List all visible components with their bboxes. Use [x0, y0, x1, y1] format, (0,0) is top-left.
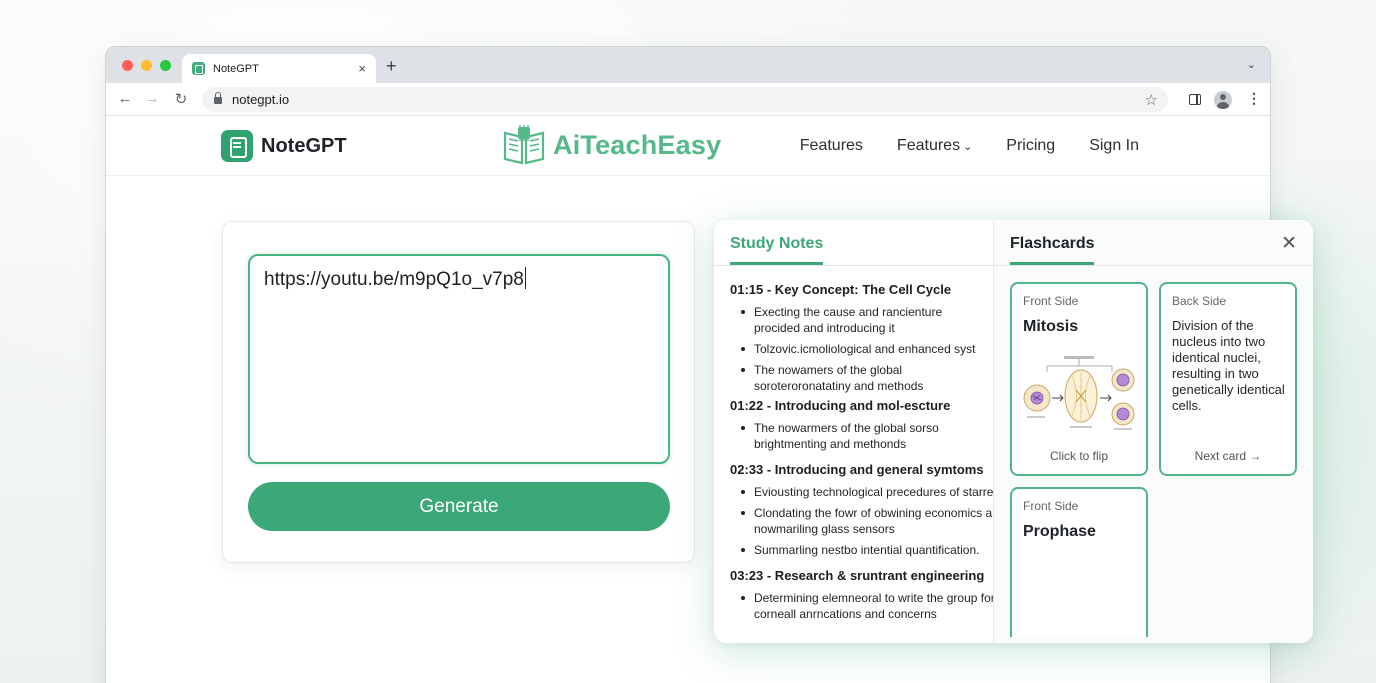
section-title: 03:23 - Research & sruntrant engineering — [730, 568, 985, 583]
flashcard-side-label: Back Side — [1172, 294, 1227, 308]
section-title: 01:15 - Key Concept: The Cell Cycle — [730, 282, 952, 297]
center-logo-text: AiTeachEasy — [553, 129, 722, 160]
notes-section: 01:22 - Introducing and mol-escture The … — [730, 398, 993, 452]
list-item-line: corneall anrncations and concerns — [754, 607, 937, 621]
next-card-button[interactable]: Next card → — [1161, 449, 1295, 463]
list-item-line: Summarling nestbo intential quantificati… — [754, 543, 980, 557]
address-url: notegpt.io — [232, 92, 290, 107]
tab-close-icon[interactable]: × — [358, 61, 366, 76]
list-item-line: Execting the cause and rancienture — [754, 305, 943, 319]
list-item-line: procided and introducing it — [754, 321, 895, 335]
list-item-line: The nowarmers of the global sorso — [754, 421, 939, 435]
flashcard-side-label: Front Side — [1023, 499, 1079, 513]
tab-strip: NoteGPT × + ⌄ — [106, 47, 1270, 83]
list-item-line: brightmenting and methonds — [754, 437, 907, 451]
flashcard-term: Mitosis — [1023, 318, 1079, 335]
list-item-line: Determining elemneoral to write the grou… — [754, 591, 993, 605]
flashcard-term: Prophase — [1023, 523, 1096, 540]
tab-flashcards[interactable]: Flashcards — [1010, 235, 1095, 265]
notes-section: 02:33 - Introducing and general symtoms … — [730, 462, 993, 558]
notes-body: 01:15 - Key Concept: The Cell Cycle Exec… — [714, 266, 993, 622]
list-item: The nowamers of the global soroteroronata… — [730, 362, 993, 394]
browser-tab[interactable]: NoteGPT × — [182, 54, 376, 83]
tab-study-notes[interactable]: Study Notes — [730, 235, 824, 265]
bookmark-star-icon[interactable]: ☆ — [1145, 91, 1158, 109]
flashcard-back[interactable]: Back Side Division of the nucleus into t… — [1159, 282, 1297, 476]
flashcards-column: Flashcards ✕ Front Side Mitosis Click to… — [993, 220, 1313, 643]
address-bar[interactable]: notegpt.io ☆ — [202, 87, 1168, 112]
mitosis-diagram-image — [1023, 356, 1135, 430]
profile-avatar-icon[interactable] — [1214, 91, 1232, 109]
results-panel: Study Notes 01:15 - Key Concept: The Cel… — [714, 220, 1313, 643]
video-input-card: https://youtu.be/m9pQ1o_v7p8 Generate — [222, 221, 695, 563]
flashcard-side-label: Front Side — [1023, 294, 1079, 308]
list-item-line: nowmariling glass sensors — [754, 522, 895, 536]
browser-toolbar: ← → ↻ notegpt.io ☆ ⋮ — [106, 83, 1270, 116]
side-panel-icon[interactable] — [1189, 94, 1201, 105]
nav-pricing[interactable]: Pricing — [1006, 137, 1055, 155]
video-url-input[interactable]: https://youtu.be/m9pQ1o_v7p8 — [248, 254, 670, 464]
list-item: Execting the cause and rancienture procid… — [730, 304, 993, 336]
nav-features[interactable]: Features — [800, 137, 863, 155]
flashcards-header: Flashcards ✕ — [994, 220, 1313, 266]
minimize-window-button[interactable] — [141, 60, 152, 71]
list-item-line: Eviousting technological precedures of s… — [754, 485, 993, 499]
window-controls — [122, 60, 171, 71]
browser-menu-icon[interactable]: ⋮ — [1247, 90, 1261, 107]
section-title: 02:33 - Introducing and general symtoms — [730, 462, 984, 477]
section-list: Determining elemneoral to write the grou… — [730, 590, 993, 622]
flashcard-definition: Division of the nucleus into two identic… — [1172, 318, 1285, 413]
flip-card-hint: Click to flip — [1049, 449, 1108, 463]
brand-name: NoteGPT — [261, 134, 347, 157]
list-item: Summarling nestbo intential quantificati… — [730, 542, 993, 558]
forward-icon[interactable]: → — [143, 90, 161, 107]
list-item: The nowarmers of the global sorso brightm… — [730, 420, 993, 452]
list-item: Eviousting technological precedures of s… — [730, 484, 993, 500]
flashcard-front[interactable]: Front Side Prophase — [1010, 487, 1148, 637]
reload-icon[interactable]: ↻ — [172, 90, 190, 108]
nav-features-dropdown-label: Features — [896, 137, 961, 154]
new-tab-button[interactable]: + — [386, 56, 397, 77]
book-chip-icon — [503, 125, 545, 165]
list-item-line: Clondating the fowr of obwining economic… — [754, 506, 993, 520]
list-item-line: Tolzovic.icmoliological and enhanced sys… — [754, 342, 976, 356]
section-title: 01:22 - Introducing and mol-escture — [730, 398, 951, 413]
list-item: Determining elemneoral to write the grou… — [730, 590, 993, 622]
nav-features-dropdown[interactable]: Features ⌄ — [897, 137, 972, 155]
generate-button[interactable]: Generate — [248, 482, 670, 531]
notegpt-favicon-icon — [192, 62, 205, 75]
study-notes-column: Study Notes 01:15 - Key Concept: The Cel… — [714, 220, 993, 643]
chevron-down-icon: ⌄ — [963, 141, 973, 153]
close-icon[interactable]: ✕ — [1281, 232, 1297, 255]
notes-section: 01:15 - Key Concept: The Cell Cycle Exec… — [730, 282, 993, 394]
site-nav: Features Features ⌄ Pricing Sign In — [800, 137, 1139, 155]
text-caret — [524, 267, 526, 289]
list-item-line: The nowamers of the global — [754, 363, 903, 377]
section-list: Execting the cause and rancienture procid… — [730, 304, 993, 394]
brand-logo[interactable]: NoteGPT — [221, 130, 347, 162]
tab-search-icon[interactable]: ⌄ — [1247, 58, 1256, 71]
site-header: NoteGPT AiTeachEasy Features Features ⌄ P… — [106, 116, 1270, 176]
lock-icon — [214, 92, 222, 104]
section-list: Eviousting technological precedures of s… — [730, 484, 993, 558]
center-logo: AiTeachEasy — [501, 123, 721, 167]
close-window-button[interactable] — [122, 60, 133, 71]
section-list: The nowarmers of the global sorso brightm… — [730, 420, 993, 452]
list-item: Tolzovic.icmoliological and enhanced sys… — [730, 341, 993, 357]
notes-header: Study Notes — [714, 220, 993, 266]
tab-title: NoteGPT — [213, 62, 259, 75]
back-icon[interactable]: ← — [116, 90, 134, 107]
notes-section: 03:23 - Research & sruntrant engineering… — [730, 568, 993, 622]
notegpt-logo-icon — [221, 130, 253, 162]
video-url-value: https://youtu.be/m9pQ1o_v7p8 — [264, 269, 524, 290]
flashcard-front[interactable]: Front Side Mitosis Click to flip — [1010, 282, 1148, 476]
list-item: Clondating the fowr of obwining economic… — [730, 505, 993, 537]
nav-sign-in[interactable]: Sign In — [1089, 137, 1139, 155]
list-item-line: soroteroronatatiny and methods — [754, 379, 924, 393]
maximize-window-button[interactable] — [160, 60, 171, 71]
